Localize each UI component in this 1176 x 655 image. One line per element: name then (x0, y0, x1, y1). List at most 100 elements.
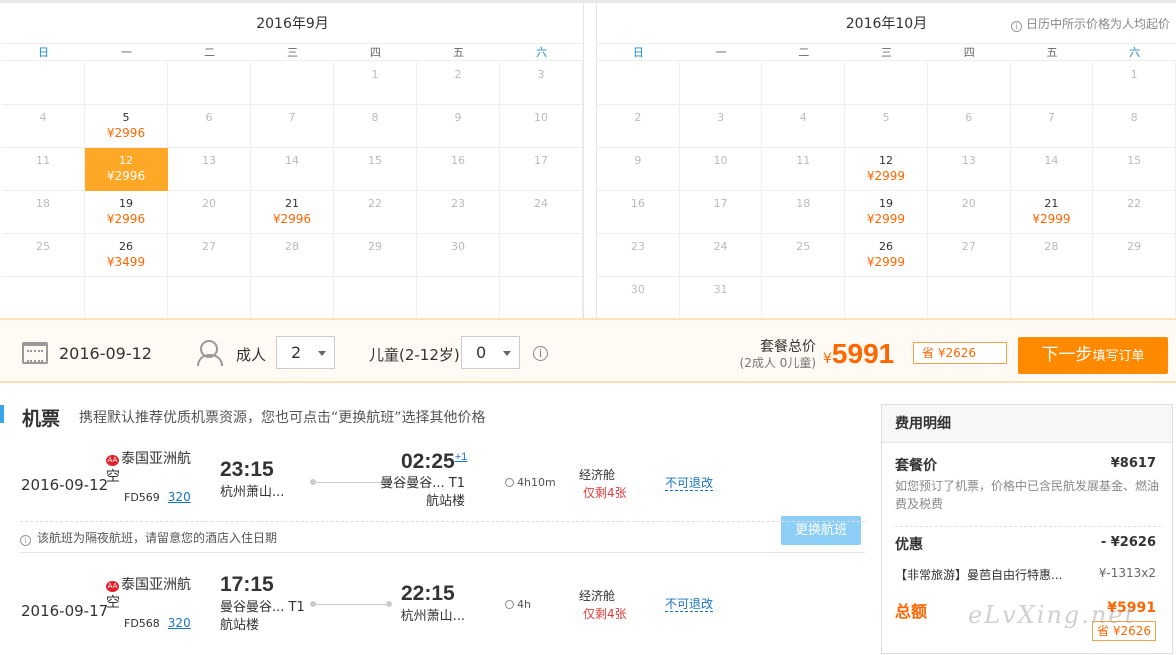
watermark: eLvXing.net (968, 601, 1137, 629)
calendar-day-20[interactable]: 20 (168, 191, 251, 234)
adult-select[interactable]: 2 (276, 336, 335, 369)
calendar-day-23[interactable]: 23 (597, 234, 680, 277)
day-number: 28 (285, 240, 299, 253)
calendar-day-27[interactable]: 27 (927, 234, 1011, 277)
calendar-empty-cell (168, 62, 251, 105)
calendar-day-16[interactable]: 16 (597, 191, 680, 234)
calendar-day-17[interactable]: 17 (500, 148, 583, 191)
calendar-day-23[interactable]: 23 (417, 191, 500, 234)
calendar-day-2[interactable]: 2 (417, 62, 500, 105)
child-select[interactable]: 0 (461, 336, 520, 369)
calendar-empty-cell (85, 62, 168, 105)
day-number: 6 (205, 111, 213, 124)
calendar-day-1[interactable]: 1 (1093, 62, 1176, 105)
calendar-day-1[interactable]: 1 (334, 62, 417, 105)
day-price: ¥2999 (1032, 212, 1071, 226)
airline-name: 泰国亚洲航空 (106, 577, 191, 611)
calendar-day-3[interactable]: 3 (500, 62, 583, 105)
calendar-day-17[interactable]: 17 (679, 191, 763, 234)
next-day-badge[interactable]: +1 (455, 451, 468, 463)
calendar-day-21[interactable]: 21 ¥2996 (251, 191, 334, 234)
calendar-day-10[interactable]: 10 (500, 105, 583, 148)
day-number: 5 (122, 111, 130, 124)
overnight-note: i 该航班为隔夜航班，请留意您的酒店入住日期 (20, 521, 865, 553)
calendar-day-12[interactable]: 12 ¥2996 (85, 148, 168, 191)
calendar-day-30[interactable]: 30 (597, 277, 680, 320)
next-step-button[interactable]: 下一步填写订单 (1018, 337, 1168, 374)
calendar-day-16[interactable]: 16 (417, 148, 500, 191)
refund-policy[interactable]: 不可退改 (665, 597, 714, 612)
calendar-day-12[interactable]: 12 ¥2999 (845, 148, 928, 191)
calendar-empty-cell (845, 277, 928, 320)
calendar-day-13[interactable]: 13 (927, 148, 1011, 191)
calendar-day-5[interactable]: 5 ¥2996 (85, 105, 168, 148)
calendar-day-26[interactable]: 26 ¥2999 (845, 234, 928, 277)
day-number: 1 (1130, 68, 1138, 81)
plane-type-link[interactable]: 320 (168, 490, 191, 504)
calendar-day-21[interactable]: 21 ¥2999 (1010, 191, 1094, 234)
calendar-day-18[interactable]: 18 (2, 191, 85, 234)
calendar-day-14[interactable]: 14 (251, 148, 334, 191)
calendar-day-2[interactable]: 2 (597, 105, 680, 148)
calendar-day-22[interactable]: 22 (334, 191, 417, 234)
calendar-day-30[interactable]: 30 (417, 234, 500, 277)
duration-text: 4h10m (517, 476, 556, 489)
calendar-day-22[interactable]: 22 (1093, 191, 1176, 234)
calendar-month-sep: 2016年9月 日 一 二 三 四 五 六 1 2 3 4 5 ¥2996 6 7 8 9 10 11… (2, 3, 584, 321)
calendar-day-11[interactable]: 11 (762, 148, 846, 191)
calendar-day-15[interactable]: 15 (334, 148, 417, 191)
calendar-day-27[interactable]: 27 (168, 234, 251, 277)
calendar-day-13[interactable]: 13 (168, 148, 251, 191)
calendar-day-31[interactable]: 31 (679, 277, 763, 320)
calendar-day-7[interactable]: 7 (251, 105, 334, 148)
chevron-down-icon (318, 351, 326, 356)
calendar-day-28[interactable]: 28 (251, 234, 334, 277)
calendar-day-24[interactable]: 24 (500, 191, 583, 234)
calendar-day-19[interactable]: 19 ¥2999 (845, 191, 928, 234)
calendar-day-8[interactable]: 8 (334, 105, 417, 148)
calendar-day-11[interactable]: 11 (2, 148, 85, 191)
refund-policy[interactable]: 不可退改 (665, 476, 714, 491)
calendar-day-4[interactable]: 4 (2, 105, 85, 148)
flight-number-text: FD569 (124, 491, 160, 504)
calendar-day-28[interactable]: 28 (1010, 234, 1094, 277)
info-icon[interactable]: i (533, 346, 548, 361)
calendar-day-3[interactable]: 3 (679, 105, 763, 148)
calendar-day-15[interactable]: 15 (1093, 148, 1176, 191)
calendar-day-5[interactable]: 5 (845, 105, 928, 148)
calendar-day-14[interactable]: 14 (1010, 148, 1094, 191)
calendar-day-18[interactable]: 18 (762, 191, 846, 234)
calendar-empty-cell (927, 277, 1011, 320)
calendar-empty-cell (2, 62, 85, 105)
arrival-time: 02:25+1 (401, 450, 467, 474)
calendar-day-7[interactable]: 7 (1010, 105, 1094, 148)
calendar-day-9[interactable]: 9 (417, 105, 500, 148)
calendar-day-20[interactable]: 20 (927, 191, 1011, 234)
calendar-day-9[interactable]: 9 (597, 148, 680, 191)
calendar-day-19[interactable]: 19 ¥2996 (85, 191, 168, 234)
day-number: 30 (630, 283, 645, 296)
calendar-day-6[interactable]: 6 (927, 105, 1011, 148)
departure-airport: 杭州萧山... (220, 485, 285, 500)
calendar-day-24[interactable]: 24 (679, 234, 763, 277)
calendar-day-10[interactable]: 10 (679, 148, 763, 191)
calendar-day-25[interactable]: 25 (762, 234, 846, 277)
calendar-day-6[interactable]: 6 (168, 105, 251, 148)
duration-text: 4h (517, 598, 531, 611)
calendar-day-8[interactable]: 8 (1093, 105, 1176, 148)
day-number: 10 (713, 154, 728, 167)
calendar-day-29[interactable]: 29 (1093, 234, 1176, 277)
arrival-airport: 曼谷曼谷... T1 航站楼 (378, 475, 465, 511)
calendar-day-26[interactable]: 26 ¥3499 (85, 234, 168, 277)
plane-type-link[interactable]: 320 (168, 616, 191, 630)
selected-date[interactable]: 2016-09-12 (59, 344, 152, 363)
calendar-day-25[interactable]: 25 (2, 234, 85, 277)
grand-total-label: 总额 (895, 602, 928, 621)
calendar-month-oct: 2016年10月 i 日历中所示价格为人均起价 日 一 二 三 四 五 六 123… (596, 3, 1176, 321)
calendar-icon[interactable] (22, 342, 48, 364)
calendar-day-29[interactable]: 29 (334, 234, 417, 277)
day-number: 19 (119, 197, 133, 210)
airasia-logo-icon: AA (106, 455, 119, 466)
weekday-sat: 六 (536, 46, 547, 59)
calendar-day-4[interactable]: 4 (762, 105, 846, 148)
